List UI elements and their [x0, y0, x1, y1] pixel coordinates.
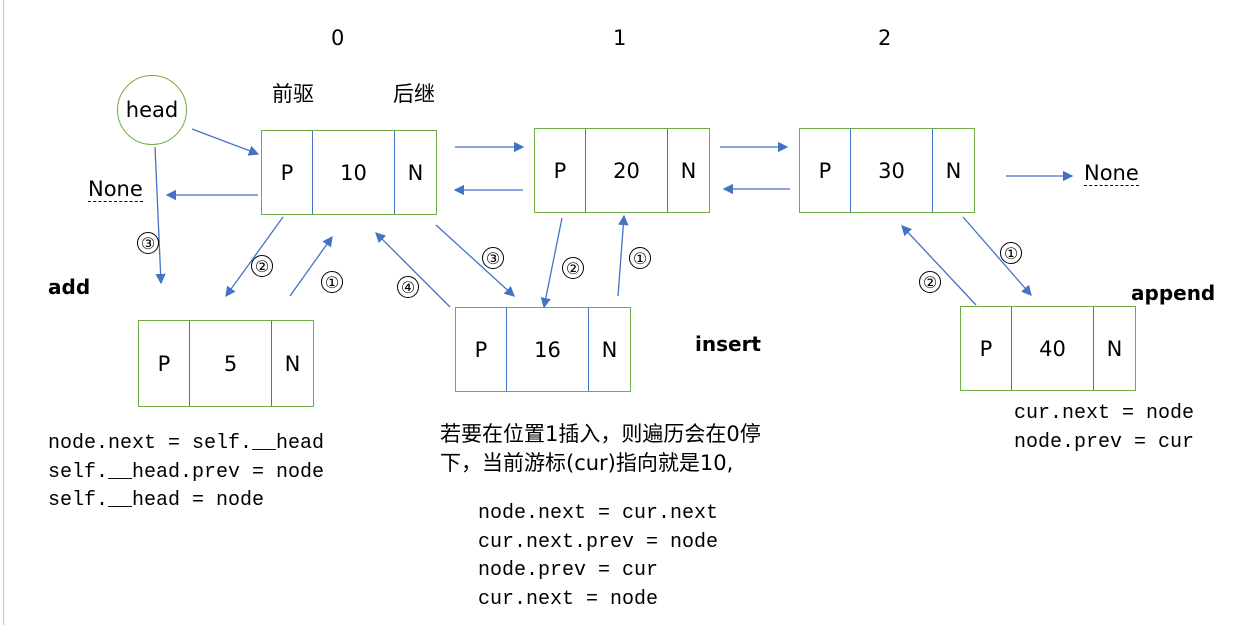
- step-3-add: ③: [137, 232, 159, 254]
- note-line: 下，当前游标(cur)指向就是10,: [440, 451, 734, 475]
- step-1-add: ①: [321, 271, 343, 293]
- arrow-40-to-30: [901, 225, 977, 306]
- append-label: append: [1131, 281, 1216, 305]
- step-2-insert: ②: [562, 257, 584, 279]
- code-line: cur.next = node: [1014, 402, 1195, 425]
- code-line: node.next = cur.next: [478, 502, 719, 525]
- arrow-head-to-10: [191, 128, 260, 156]
- step-1-append: ①: [1000, 242, 1022, 264]
- add-label: add: [48, 275, 91, 299]
- code-line: self.__head = node: [48, 489, 265, 512]
- note-line: 若要在位置1插入，则遍历会在0停: [440, 422, 761, 446]
- diagram-canvas: 0 1 2 前驱 后继 head None None P 10 N P 20 N P 30…: [0, 0, 1234, 625]
- insert-note: 若要在位置1插入，则遍历会在0停 下，当前游标(cur)指向就是10,: [440, 420, 761, 478]
- code-line: node.prev = cur: [1014, 430, 1195, 454]
- step-2-add: ②: [251, 255, 273, 277]
- add-code: node.next = self.__head self.__head.prev…: [48, 430, 324, 516]
- arrow-head-to-5: [154, 146, 166, 285]
- append-code: cur.next = node node.prev = cur: [1014, 400, 1194, 457]
- insert-label: insert: [695, 332, 761, 356]
- step-3-insert: ③: [482, 247, 504, 269]
- step-4-insert: ④: [397, 276, 419, 298]
- code-line: node.prev = cur: [478, 559, 659, 582]
- insert-code: node.next = cur.next cur.next.prev = nod…: [478, 500, 718, 614]
- arrow-16-to-20: [617, 214, 629, 297]
- code-line: self.__head.prev = node: [48, 460, 325, 484]
- code-line: node.next = self.__head: [48, 432, 325, 455]
- code-line: cur.next = node: [478, 587, 659, 611]
- step-1-insert: ①: [629, 247, 651, 269]
- step-2-append: ②: [919, 271, 941, 293]
- code-line: cur.next.prev = node: [478, 530, 719, 554]
- arrow-20-to-16: [540, 217, 563, 309]
